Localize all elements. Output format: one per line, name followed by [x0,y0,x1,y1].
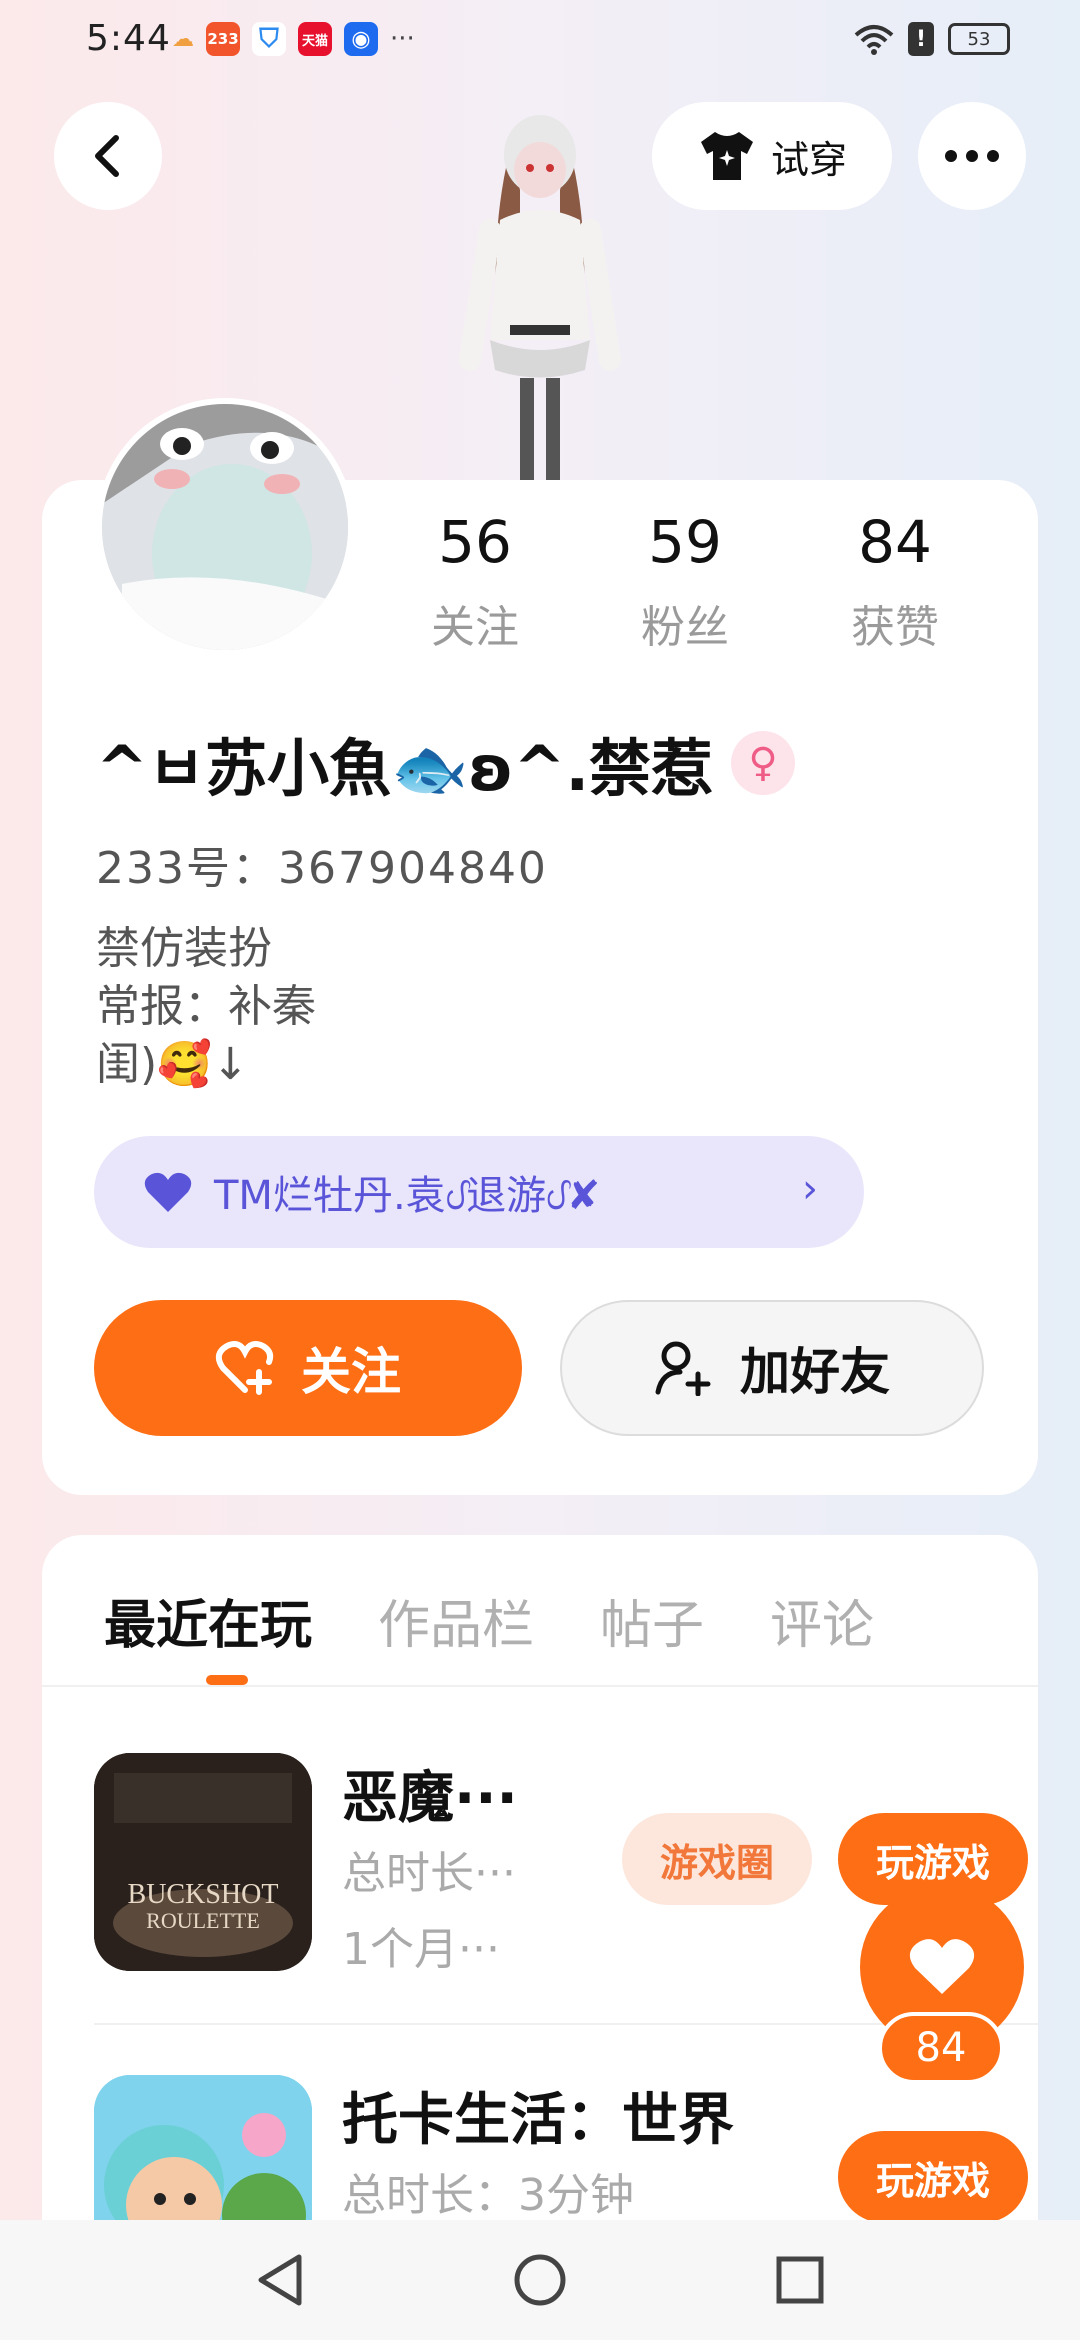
more-notifications-icon: ··· [390,24,415,54]
heart-icon [909,1939,975,1994]
followers-stat[interactable]: 59 粉丝 [580,505,790,655]
triangle-back-icon [258,2254,302,2306]
game-last-played: 1个月··· [342,1924,500,1975]
app-233-icon: 233 [206,22,240,56]
back-button[interactable] [54,102,162,210]
add-friend-button[interactable]: 加好友 [560,1300,984,1436]
profile-tabs: 最近在玩 作品栏 帖子 评论 [104,1583,874,1658]
likes-label: 获赞 [851,602,939,653]
notification-icons: ☁ 233 ⛉ 天猫 ◉ ··· [172,22,415,56]
followers-count: 59 [648,508,722,576]
status-time: 5:44 [86,18,171,59]
chevron-right-icon: › [802,1166,818,1212]
bulb-icon: ◉ [344,22,378,56]
circle-home-icon [514,2254,566,2306]
play-game-button[interactable]: 玩游戏 [838,2131,1028,2223]
female-gender-icon: ♀ [731,731,796,795]
game-title: 托卡生活：世界 [342,2088,734,2153]
game-title: 恶魔··· [342,1766,518,1831]
followers-label: 粉丝 [641,602,729,653]
tab-recently-played[interactable]: 最近在玩 [104,1583,312,1658]
game-icon: BUCKSHOT ROULETTE [94,1753,312,1971]
add-friend-label: 加好友 [740,1343,890,1401]
game-duration: 总时长：3分钟 [342,2170,634,2221]
bio-line: 闺)🥰↓ [96,1039,249,1090]
system-nav-bar [0,2220,1080,2340]
divider [42,1685,1038,1687]
character-figure [459,115,621,480]
game-circle-button[interactable]: 游戏圈 [622,1813,812,1905]
following-count: 56 [438,508,512,576]
heart-icon [144,1172,192,1212]
avatar-illustration [102,404,348,650]
tshirt-icon [700,132,753,180]
likes-count: 84 [858,508,932,576]
cloud-icon: ☁ [172,26,194,52]
heart-plus-icon [215,1341,274,1395]
battery-icon: 53 [948,23,1010,55]
username: ^ㅂ苏小魚🐟ʚ^.禁惹 [96,732,714,805]
try-on-button[interactable]: 试穿 [652,102,892,210]
try-on-label: 试穿 [770,137,847,182]
guild-pill[interactable]: TM烂牡丹.袁ᦔ退游ᦔ✘ › [94,1136,864,1248]
status-bar: 5:44 ☁ 233 ⛉ 天猫 ◉ ··· ! 53 [0,0,1080,80]
shield-icon: ⛉ [252,22,286,56]
like-count-badge: 84 [878,2012,1004,2084]
icon-text: BUCKSHOT [128,1879,279,1910]
username-row: ^ㅂ苏小魚🐟ʚ^.禁惹 ♀ [96,718,796,808]
following-label: 关注 [431,602,519,653]
bio-line: 禁仿装扮 [96,923,272,974]
back-arrow-icon [95,135,119,177]
more-button[interactable] [918,102,1026,210]
bio: 禁仿装扮 常报：补秦 闺)🥰↓ [96,920,316,1094]
nav-home-button[interactable] [510,2250,570,2310]
nav-recents-button[interactable] [770,2250,830,2310]
bio-line: 常报：补秦 [96,981,316,1032]
tab-works[interactable]: 作品栏 [378,1583,534,1658]
svg-text:ROULETTE: ROULETTE [146,1908,260,1933]
following-stat[interactable]: 56 关注 [370,505,580,655]
guild-name: TM烂牡丹.袁ᦔ退游ᦔ✘ [214,1172,601,1219]
wifi-icon [854,25,894,55]
avatar[interactable] [96,398,354,656]
square-recents-icon [776,2256,824,2304]
nav-back-button[interactable] [250,2250,310,2310]
follow-label: 关注 [301,1343,401,1401]
game-duration: 总时长··· [342,1848,516,1899]
user-id[interactable]: 233号：367904840 [96,832,548,896]
buckshot-roulette-art: BUCKSHOT ROULETTE [94,1753,312,1971]
follow-button[interactable]: 关注 [94,1300,522,1436]
tmall-icon: 天猫 [298,22,332,56]
add-user-icon [655,1341,711,1396]
alert-icon: ! [908,22,934,56]
profile-stats: 56 关注 59 粉丝 84 获赞 [370,505,1000,655]
tab-comments[interactable]: 评论 [770,1583,874,1658]
system-icons: ! 53 [854,22,1010,56]
more-dots-icon [945,150,999,162]
active-tab-indicator [206,1675,248,1685]
tab-posts[interactable]: 帖子 [600,1583,704,1658]
likes-stat[interactable]: 84 获赞 [790,505,1000,655]
